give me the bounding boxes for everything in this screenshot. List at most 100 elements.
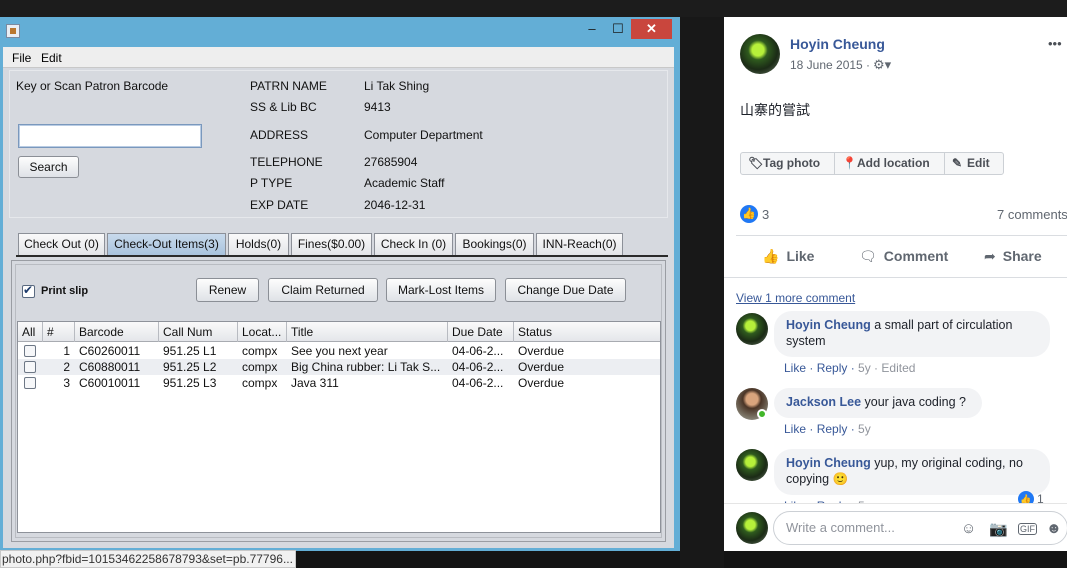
background-strip	[0, 0, 1067, 17]
tab-check-out[interactable]: Check Out (0)	[18, 233, 105, 255]
commenter-name[interactable]: Hoyin Cheung	[786, 456, 871, 470]
row-select-checkbox[interactable]	[24, 377, 36, 389]
row-barcode: C60260011	[79, 344, 141, 358]
column-number[interactable]: #	[43, 322, 75, 342]
column-call-num[interactable]: Call Num	[159, 322, 238, 342]
change-due-date-button[interactable]: Change Due Date	[505, 278, 626, 302]
table-row[interactable]: 3 C60010011 951.25 L3 compx Java 311 04-…	[18, 375, 660, 391]
row-title: Big China rubber: Li Tak S...	[291, 360, 441, 374]
column-all[interactable]: All	[18, 322, 43, 342]
gif-icon[interactable]: GIF	[1018, 523, 1037, 535]
tab-holds[interactable]: Holds(0)	[228, 233, 289, 255]
comment-input-placeholder[interactable]: Write a comment...	[786, 520, 895, 535]
comment-meta: 5y · Edited	[858, 361, 916, 375]
column-barcode[interactable]: Barcode	[75, 322, 159, 342]
menu-edit[interactable]: Edit	[41, 51, 62, 65]
commenter-avatar[interactable]	[736, 313, 768, 345]
row-select-checkbox[interactable]	[24, 345, 36, 357]
online-status-indicator	[757, 409, 767, 419]
post-author-name[interactable]: Hoyin Cheung	[790, 36, 885, 52]
close-button[interactable]: ✕	[631, 19, 672, 39]
row-barcode: C60880011	[79, 360, 141, 374]
row-due-date: 04-06-2...	[452, 360, 504, 374]
like-label: Like	[786, 248, 815, 264]
divider	[736, 235, 1067, 236]
share-button[interactable]: ➦ Share	[984, 248, 1042, 265]
tab-underline	[16, 255, 668, 257]
row-title: See you next year	[291, 344, 388, 358]
minimize-button[interactable]: ‒	[582, 19, 602, 39]
checkout-items-inner: Print slip Renew Claim Returned Mark-Los…	[15, 264, 662, 538]
tab-check-out-items[interactable]: Check-Out Items(3)	[107, 233, 226, 255]
reactions-count[interactable]: 3	[762, 207, 769, 222]
post-date[interactable]: 18 June 2015	[790, 58, 863, 72]
search-button[interactable]: Search	[18, 156, 79, 178]
comment-text-cont: copying 🙂	[786, 472, 849, 486]
java-app-icon	[6, 24, 20, 38]
add-location-button[interactable]: 📍 Add location	[834, 152, 945, 175]
checkout-items-table: All # Barcode Call Num Locat... Title Du…	[17, 321, 661, 533]
comment-reply-link[interactable]: Reply	[817, 422, 848, 436]
row-call-num: 951.25 L1	[163, 344, 217, 358]
commenter-name[interactable]: Hoyin Cheung	[786, 318, 871, 332]
row-call-num: 951.25 L2	[163, 360, 217, 374]
field-value-address: Computer Department	[364, 128, 483, 142]
row-due-date: 04-06-2...	[452, 344, 504, 358]
comment-button[interactable]: 🗨 Comment	[859, 248, 948, 265]
row-call-num: 951.25 L3	[163, 376, 217, 390]
add-location-label: Add location	[857, 156, 930, 170]
commenter-name[interactable]: Jackson Lee	[786, 395, 861, 409]
edit-photo-button[interactable]: ✎ Edit	[944, 152, 1004, 175]
more-options-icon[interactable]: •••	[1048, 36, 1062, 51]
comment-composer[interactable]: Write a comment... ☺ 📷 GIF ☻	[773, 511, 1067, 545]
comment-reply-link[interactable]: Reply	[817, 361, 848, 375]
patron-barcode-input[interactable]	[18, 124, 202, 148]
claim-returned-button[interactable]: Claim Returned	[268, 278, 378, 302]
row-number: 2	[63, 360, 70, 374]
column-status[interactable]: Status	[514, 322, 660, 342]
row-select-checkbox[interactable]	[24, 361, 36, 373]
like-reaction-icon[interactable]: 👍	[740, 205, 758, 223]
table-row[interactable]: 2 C60880011 951.25 L2 compx Big China ru…	[18, 359, 660, 375]
field-label-ss-lib-bc: SS & Lib BC	[250, 100, 317, 114]
column-location[interactable]: Locat...	[238, 322, 287, 342]
like-button[interactable]: 👍 Like	[762, 248, 814, 265]
window-body: File Edit Key or Scan Patron Barcode Sea…	[3, 47, 674, 548]
share-label: Share	[1002, 248, 1042, 264]
renew-button[interactable]: Renew	[196, 278, 259, 302]
tab-fines[interactable]: Fines($0.00)	[291, 233, 372, 255]
tab-check-in[interactable]: Check In (0)	[374, 233, 453, 255]
view-more-comments-link[interactable]: View 1 more comment	[736, 291, 855, 305]
mark-lost-items-button[interactable]: Mark-Lost Items	[386, 278, 496, 302]
facebook-photo-sidebar: Hoyin Cheung 18 June 2015 · ⚙▾ ••• 山寨的嘗試…	[724, 17, 1067, 551]
print-slip-label: Print slip	[41, 285, 89, 297]
commenter-avatar[interactable]	[736, 449, 768, 481]
column-due-date[interactable]: Due Date	[448, 322, 514, 342]
field-value-patron-name: Li Tak Shing	[364, 79, 430, 93]
comment-actions: Like · Reply · 5y · Edited	[784, 361, 916, 375]
emoji-icon[interactable]: ☺	[961, 520, 976, 537]
comment-like-link[interactable]: Like	[784, 361, 806, 375]
background-gap	[680, 17, 724, 568]
tab-inn-reach[interactable]: INN-Reach(0)	[536, 233, 623, 255]
camera-icon[interactable]: 📷	[989, 520, 1008, 538]
pencil-icon: ✎	[952, 156, 963, 170]
comment-like-link[interactable]: Like	[784, 422, 806, 436]
comment-meta: 5y	[858, 422, 871, 436]
share-icon: ➦	[984, 248, 996, 264]
table-row[interactable]: 1 C60260011 951.25 L1 compx See you next…	[18, 343, 660, 359]
sticker-icon[interactable]: ☻	[1046, 520, 1062, 537]
row-location: compx	[242, 344, 278, 358]
row-number: 3	[63, 376, 70, 390]
window-titlebar[interactable]: ‒ ☐ ✕	[0, 17, 680, 45]
tab-bookings[interactable]: Bookings(0)	[455, 233, 534, 255]
privacy-gear-icon[interactable]: ⚙▾	[873, 57, 891, 73]
column-title[interactable]: Title	[287, 322, 448, 342]
row-location: compx	[242, 376, 278, 390]
author-avatar[interactable]	[740, 34, 780, 74]
print-slip-checkbox[interactable]	[22, 283, 35, 298]
maximize-button[interactable]: ☐	[608, 19, 628, 39]
comments-count[interactable]: 7 comments	[997, 207, 1067, 222]
tag-photo-button[interactable]: 🏷 Tag photo	[740, 152, 835, 175]
menu-file[interactable]: File	[12, 51, 31, 65]
